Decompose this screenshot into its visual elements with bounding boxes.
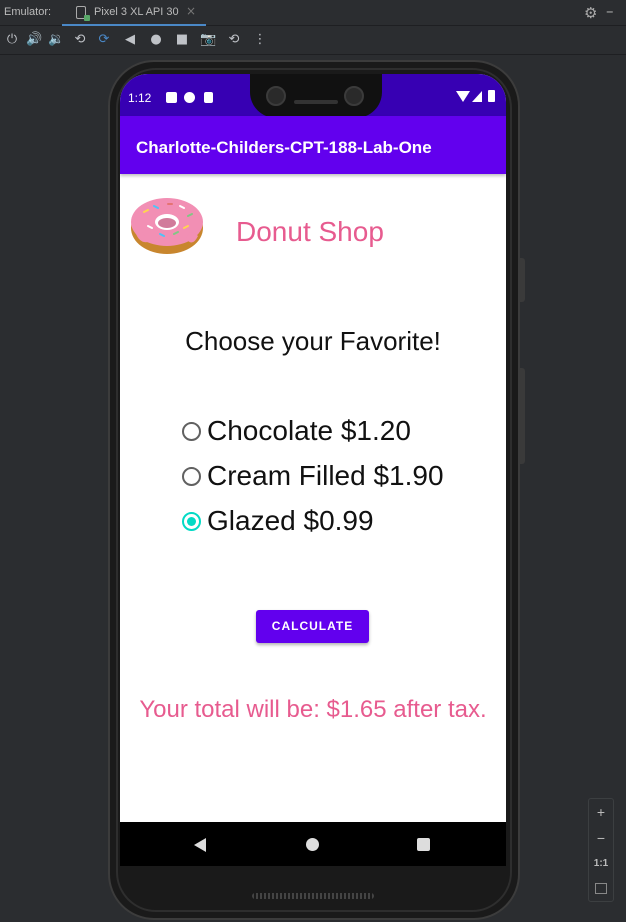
back-icon[interactable]: ◀ bbox=[122, 32, 138, 48]
volume-button[interactable] bbox=[520, 258, 525, 302]
zoom-out-button[interactable]: − bbox=[589, 825, 613, 851]
radio-label: Chocolate $1.20 bbox=[207, 415, 411, 446]
front-camera-icon bbox=[266, 86, 286, 106]
device-tab[interactable]: Pixel 3 XL API 30 × bbox=[62, 0, 206, 26]
wifi-icon bbox=[456, 91, 470, 102]
close-icon[interactable]: × bbox=[186, 4, 196, 18]
rotate-right-icon[interactable]: ⟳ bbox=[96, 32, 112, 48]
radio-label: Glazed $0.99 bbox=[207, 505, 374, 536]
power-icon[interactable]: ⏻ bbox=[4, 32, 20, 48]
sd-card-icon bbox=[204, 92, 213, 103]
zoom-to-fit-icon[interactable] bbox=[595, 883, 607, 894]
front-camera-icon bbox=[344, 86, 364, 106]
radio-label: Cream Filled $1.90 bbox=[207, 460, 444, 491]
cell-signal-icon bbox=[472, 91, 482, 102]
app-bar: Charlotte-Childers-CPT-188-Lab-One bbox=[120, 116, 506, 174]
overview-icon[interactable]: ■ bbox=[174, 32, 190, 48]
home-icon[interactable]: ● bbox=[148, 32, 164, 48]
notification-a-icon bbox=[166, 92, 177, 103]
choose-prompt: Choose your Favorite! bbox=[185, 326, 441, 356]
shop-name: Donut Shop bbox=[236, 216, 384, 247]
more-icon[interactable]: ⋮ bbox=[252, 32, 268, 48]
radio-button[interactable] bbox=[182, 422, 201, 441]
radio-button-selected[interactable] bbox=[182, 512, 201, 531]
zoom-controls: + − 1:1 bbox=[588, 798, 614, 902]
donut-icon bbox=[131, 198, 203, 254]
rotate-left-icon[interactable]: ⟲ bbox=[72, 32, 88, 48]
zoom-in-button[interactable]: + bbox=[589, 799, 613, 825]
actual-size-button[interactable]: 1:1 bbox=[589, 851, 613, 877]
snapshot-icon[interactable]: ⟲ bbox=[226, 32, 242, 48]
camera-notch bbox=[250, 74, 382, 118]
phone-screen: 1:12 Charlotte-Childers-CPT-188-Lab-One bbox=[120, 74, 506, 866]
calculate-button[interactable]: CALCULATE bbox=[256, 610, 369, 643]
status-time: 1:12 bbox=[128, 91, 152, 105]
earpiece-speaker bbox=[294, 100, 338, 104]
device-icon bbox=[76, 6, 90, 21]
nav-home-icon[interactable] bbox=[306, 838, 319, 851]
screenshot-icon[interactable]: 📷 bbox=[200, 32, 216, 48]
total-text: Your total will be: $1.65 after tax. bbox=[139, 696, 487, 723]
gear-icon[interactable]: ⚙ bbox=[584, 4, 597, 22]
side-button[interactable] bbox=[520, 368, 525, 464]
minimize-icon[interactable]: – bbox=[606, 2, 614, 20]
battery-icon bbox=[488, 90, 495, 102]
nav-recents-icon[interactable] bbox=[417, 838, 430, 851]
volume-up-icon[interactable]: 🔊 bbox=[26, 32, 42, 48]
notification-play-icon bbox=[184, 92, 195, 103]
navigation-bar bbox=[120, 822, 506, 866]
emulator-tab-bar: Emulator: Pixel 3 XL API 30 × ⚙ – bbox=[0, 0, 626, 26]
emulator-toolbar: ⏻ 🔊 🔉 ⟲ ⟳ ◀ ● ■ 📷 ⟲ ⋮ bbox=[0, 27, 626, 55]
volume-down-icon[interactable]: 🔉 bbox=[48, 32, 64, 48]
emulator-label: Emulator: bbox=[4, 6, 52, 18]
nav-back-icon[interactable] bbox=[194, 838, 206, 852]
bottom-speaker bbox=[252, 893, 374, 899]
device-tab-label: Pixel 3 XL API 30 bbox=[94, 6, 179, 18]
radio-button[interactable] bbox=[182, 467, 201, 486]
app-title: Charlotte-Childers-CPT-188-Lab-One bbox=[136, 138, 432, 157]
